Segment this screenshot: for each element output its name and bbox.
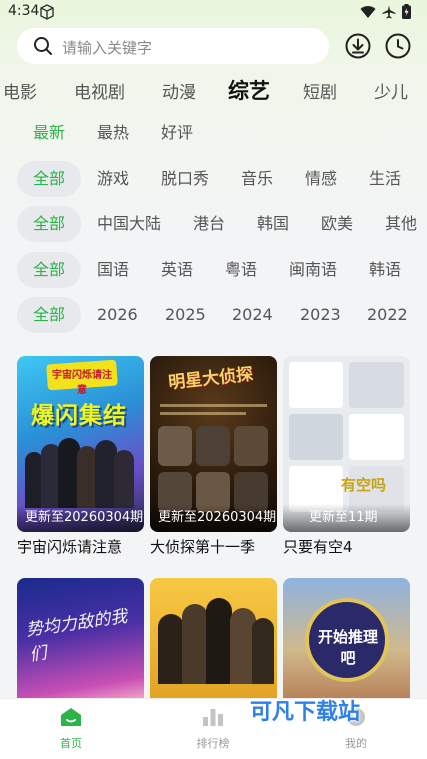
status-bar: 4:34 [0,0,427,24]
filter-type-talkshow[interactable]: 脱口秀 [161,161,209,197]
history-clock-icon[interactable] [385,33,411,59]
update-badge: 更新至20260304期 [150,504,277,532]
search-icon [34,37,52,55]
video-card[interactable]: 明星大侦探 更新至20260304期 大侦探第十一季 [150,356,277,557]
video-card[interactable]: 有空吗 更新至11期 只要有空4 [283,356,410,557]
filter-row-sort: 最新 最热 好评 [0,115,427,155]
wifi-icon [360,5,376,18]
filter-year-2024[interactable]: 2024 [232,297,273,333]
tab-variety[interactable]: 综艺 [228,75,270,105]
status-time: 4:34 [8,3,40,19]
filter-sort-latest[interactable]: 最新 [33,115,65,151]
poster-image: 有空吗 更新至11期 [283,356,410,532]
filter-type-emotion[interactable]: 情感 [305,161,337,197]
card-title: 只要有空4 [283,538,353,556]
filter-lang-minnan[interactable]: 闽南语 [289,252,337,288]
nav-ranking[interactable]: 排行榜 [173,707,253,751]
filter-region-west[interactable]: 欧美 [321,206,353,242]
filter-year-all[interactable]: 全部 [17,297,81,333]
chart-icon [203,709,223,726]
box-icon [40,4,54,20]
tab-tv-series[interactable]: 电视剧 [74,78,125,103]
filter-year-2026[interactable]: 2026 [97,297,138,333]
battery-icon [402,4,411,19]
filter-type-music[interactable]: 音乐 [241,161,273,197]
poster-headline: 势均力敌的我们 [24,606,129,666]
filter-lang-korean[interactable]: 韩语 [369,252,401,288]
filter-region-mainland[interactable]: 中国大陆 [97,206,161,242]
video-card[interactable]: 宇宙闪烁请注意 爆闪集结 更新至20260304期 宇宙闪烁请注意 [17,356,144,557]
poster-image: 明星大侦探 更新至20260304期 [150,356,277,532]
filter-lang-mandarin[interactable]: 国语 [97,252,129,288]
tab-anime[interactable]: 动漫 [162,78,196,103]
poster-headline: 开始推理吧 [317,628,378,667]
poster-headline: 明星大侦探 [167,364,255,394]
filter-row-year: 全部 2026 2025 2024 2023 2022 [0,297,427,337]
filter-region-hktw[interactable]: 港台 [193,206,225,242]
filter-year-2023[interactable]: 2023 [300,297,341,333]
tab-short-drama[interactable]: 短剧 [303,78,337,103]
filter-region-other[interactable]: 其他 [385,206,417,242]
filter-row-type: 全部 游戏 脱口秀 音乐 情感 生活 [0,161,427,201]
nav-home[interactable]: 首页 [31,707,111,751]
poster-image: 势均力敌的我们 [17,578,144,698]
update-badge: 更新至20260304期 [17,504,144,532]
search-placeholder: 请输入关键字 [62,39,153,57]
filter-type-game[interactable]: 游戏 [97,161,129,197]
category-tabs: 电影 电视剧 动漫 综艺 短剧 少儿 [0,74,427,106]
tab-movie[interactable]: 电影 [3,78,37,103]
search-bar[interactable]: 请输入关键字 [17,28,329,64]
bottom-navigation: 首页 排行榜 我的 [0,698,427,759]
filter-lang-cantonese[interactable]: 粤语 [225,252,257,288]
filter-sort-hot[interactable]: 最热 [97,115,129,151]
filter-row-language: 全部 国语 英语 粤语 闽南语 韩语 [0,252,427,292]
tab-kids[interactable]: 少儿 [374,78,408,103]
home-icon [61,708,81,726]
video-card[interactable]: 开始推理吧 [283,578,410,698]
filter-year-2025[interactable]: 2025 [165,297,206,333]
filter-region-all[interactable]: 全部 [17,206,81,242]
filter-type-life[interactable]: 生活 [369,161,401,197]
airplane-icon [382,5,396,18]
filter-row-region: 全部 中国大陆 港台 韩国 欧美 其他 [0,206,427,246]
nav-profile-label: 我的 [345,737,367,750]
watermark: 可凡下载站 [250,700,361,725]
poster-headline: 有空吗 [341,476,387,494]
update-badge: 更新至11期 [283,504,410,532]
nav-home-label: 首页 [60,737,82,750]
filter-region-korea[interactable]: 韩国 [257,206,289,242]
filter-type-all[interactable]: 全部 [17,161,81,197]
filter-lang-english[interactable]: 英语 [161,252,193,288]
download-icon[interactable] [345,33,371,59]
nav-ranking-label: 排行榜 [196,737,230,750]
poster-headline: 爆闪集结 [31,403,127,429]
filter-lang-all[interactable]: 全部 [17,252,81,288]
poster-subtitle: 宇宙闪烁请注意 [52,370,112,396]
video-card[interactable]: 势均力敌的我们 [17,578,144,698]
video-card[interactable] [150,578,277,698]
poster-image [150,578,277,698]
poster-image: 宇宙闪烁请注意 爆闪集结 更新至20260304期 [17,356,144,532]
filter-sort-rated[interactable]: 好评 [161,115,193,151]
filter-year-2022[interactable]: 2022 [367,297,408,333]
poster-image: 开始推理吧 [283,578,410,698]
card-title: 大侦探第十一季 [150,538,256,556]
card-title: 宇宙闪烁请注意 [17,538,123,556]
